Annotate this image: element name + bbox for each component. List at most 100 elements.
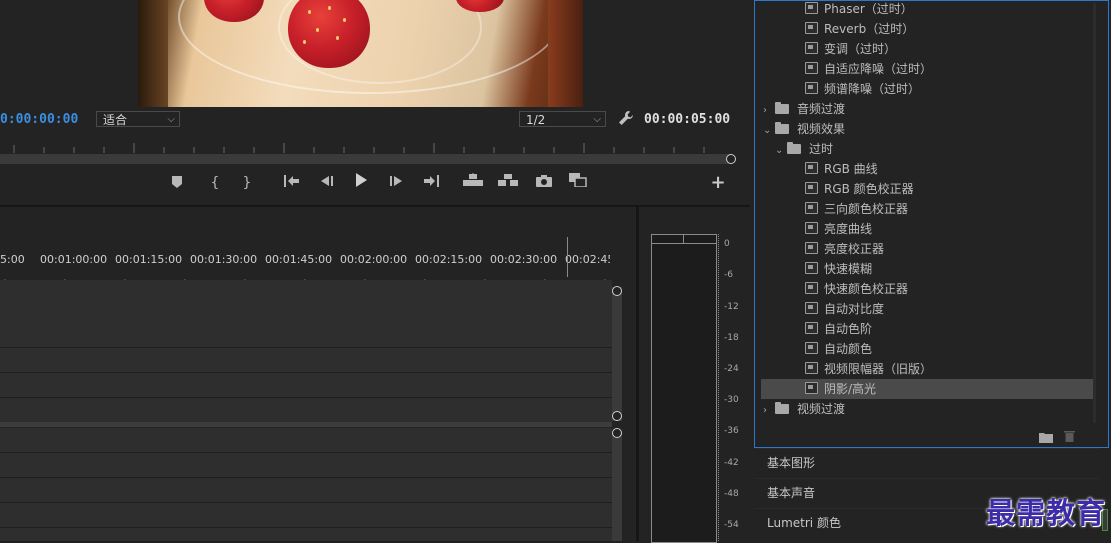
fit-select[interactable]: 适合 ⌵ (96, 111, 180, 127)
effect-icon (805, 342, 818, 354)
zoom-scrollbar[interactable] (0, 154, 730, 164)
chevron-down-icon[interactable]: ⌄ (763, 121, 775, 141)
new-folder-icon[interactable] (1039, 428, 1053, 447)
db-label: 0 (724, 239, 730, 249)
monitor-ruler[interactable] (0, 138, 738, 153)
wrench-icon[interactable] (618, 110, 634, 130)
effect-item[interactable]: 频谱降噪（过时） (761, 79, 1093, 99)
extract-icon[interactable] (497, 173, 519, 193)
mark-out-icon[interactable]: } (236, 173, 258, 193)
compare-view-icon[interactable] (567, 173, 589, 193)
ruler-label: 00:01:30:00 (190, 253, 258, 266)
effect-item[interactable]: 自动颜色 (761, 339, 1093, 359)
chevron-right-icon[interactable]: › (763, 401, 775, 421)
audio-track-5[interactable] (0, 528, 612, 542)
effect-item-label: RGB 曲线 (824, 162, 878, 176)
audio-track-1[interactable] (0, 428, 612, 453)
effect-item[interactable]: 快速颜色校正器 (761, 279, 1093, 299)
effect-item-label: 视频限幅器（旧版） (824, 362, 933, 376)
audio-track-4[interactable] (0, 503, 612, 528)
panel-title: 基本图形 (767, 456, 816, 470)
effect-item[interactable]: 阴影/高光 (761, 379, 1093, 399)
effect-icon (805, 282, 818, 294)
panel-essential-graphics[interactable]: 基本图形 (754, 448, 1099, 476)
ruler-label: 00:01:45:00 (265, 253, 333, 266)
timeline-ruler-area[interactable] (0, 207, 636, 279)
effect-item-label: 自动对比度 (824, 302, 885, 316)
scroll-handle-top[interactable] (612, 428, 622, 438)
video-track-2[interactable] (0, 348, 612, 373)
effect-item[interactable]: 自动色阶 (761, 319, 1093, 339)
audio-meter (651, 234, 717, 543)
video-track-3[interactable] (0, 280, 612, 348)
effects-folder-item[interactable]: › 音频过渡 (761, 99, 1093, 119)
folder-icon (787, 142, 801, 154)
video-track-1[interactable] (0, 373, 612, 398)
effect-icon (805, 162, 818, 174)
trash-icon[interactable] (1064, 427, 1075, 446)
chevron-down-icon[interactable]: ⌄ (775, 141, 787, 161)
panel-title: 基本声音 (767, 486, 816, 500)
chevron-down-icon: ⌵ (167, 114, 175, 125)
effects-folder-item[interactable]: › 视频过渡 (761, 399, 1093, 419)
effect-item[interactable]: 快速模糊 (761, 259, 1093, 279)
chevron-down-icon: ⌵ (593, 114, 601, 125)
folder-icon (775, 122, 789, 134)
meter-scale-ticks (718, 234, 720, 541)
folder-icon (775, 102, 789, 114)
effect-item[interactable]: RGB 颜色校正器 (761, 179, 1093, 199)
effect-item[interactable]: 变调（过时） (761, 39, 1093, 59)
effect-item[interactable]: 亮度曲线 (761, 219, 1093, 239)
program-monitor: 0:00:00:00 适合 ⌵ 1/2 ⌵ 00:00:05:00 { } + (0, 0, 750, 205)
channel-divider (683, 235, 684, 243)
chevron-right-icon[interactable]: › (763, 101, 775, 121)
effect-icon (805, 302, 818, 314)
effect-item[interactable]: 自动对比度 (761, 299, 1093, 319)
effect-item[interactable]: 三向颜色校正器 (761, 199, 1093, 219)
effects-folder-item[interactable]: ⌄ 视频效果 (761, 119, 1093, 139)
wooden-edge-shape (138, 0, 168, 107)
go-to-out-icon[interactable] (420, 173, 442, 193)
video-audio-divider[interactable] (0, 422, 612, 427)
effect-icon (805, 362, 818, 374)
audio-vertical-scrollbar[interactable] (612, 431, 622, 541)
scroll-handle-bottom[interactable] (612, 411, 622, 421)
db-label: -12 (724, 302, 739, 312)
export-frame-icon[interactable] (533, 173, 555, 193)
lift-icon[interactable] (462, 173, 484, 193)
effect-item[interactable]: 视频限幅器（旧版） (761, 359, 1093, 379)
effect-item-label: 亮度曲线 (824, 222, 873, 236)
effect-icon (805, 42, 818, 54)
effects-folder-item[interactable]: ⌄ 过时 (761, 139, 1093, 159)
audio-track-2[interactable] (0, 453, 612, 478)
resolution-select[interactable]: 1/2 ⌵ (519, 111, 606, 127)
effect-item-label: Reverb（过时） (824, 22, 915, 36)
ruler-label: 00:01:00:00 (40, 253, 108, 266)
audio-track-3[interactable] (0, 478, 612, 503)
effect-icon (805, 382, 818, 394)
scroll-handle-top[interactable] (612, 286, 622, 296)
db-label: -54 (724, 520, 739, 530)
ruler-label: 5:00 (0, 253, 25, 266)
current-timecode[interactable]: 0:00:00:00 (0, 112, 78, 127)
effect-item[interactable]: 亮度校正器 (761, 239, 1093, 259)
video-vertical-scrollbar[interactable] (612, 287, 622, 421)
dark-edge-shape (548, 0, 583, 107)
mark-in-icon[interactable]: { (204, 173, 226, 193)
zoom-scrollbar-handle[interactable] (726, 154, 736, 164)
marker-icon[interactable] (166, 174, 188, 194)
step-forward-icon[interactable] (386, 173, 408, 193)
effect-item[interactable]: Reverb（过时） (761, 19, 1093, 39)
play-icon[interactable] (350, 173, 372, 193)
add-button-icon[interactable]: + (707, 173, 729, 193)
ruler-label: 00:01:15:00 (115, 253, 183, 266)
panel-title: Lumetri 颜色 (767, 516, 841, 530)
effect-item-label: 快速模糊 (824, 262, 873, 276)
step-back-icon[interactable] (315, 173, 337, 193)
effect-item[interactable]: Phaser（过时） (761, 0, 1093, 19)
effect-item[interactable]: RGB 曲线 (761, 159, 1093, 179)
video-track-0[interactable] (0, 398, 612, 423)
go-to-in-icon[interactable] (281, 173, 303, 193)
effect-item[interactable]: 自适应降噪（过时） (761, 59, 1093, 79)
effects-scrollbar[interactable] (1093, 3, 1096, 423)
